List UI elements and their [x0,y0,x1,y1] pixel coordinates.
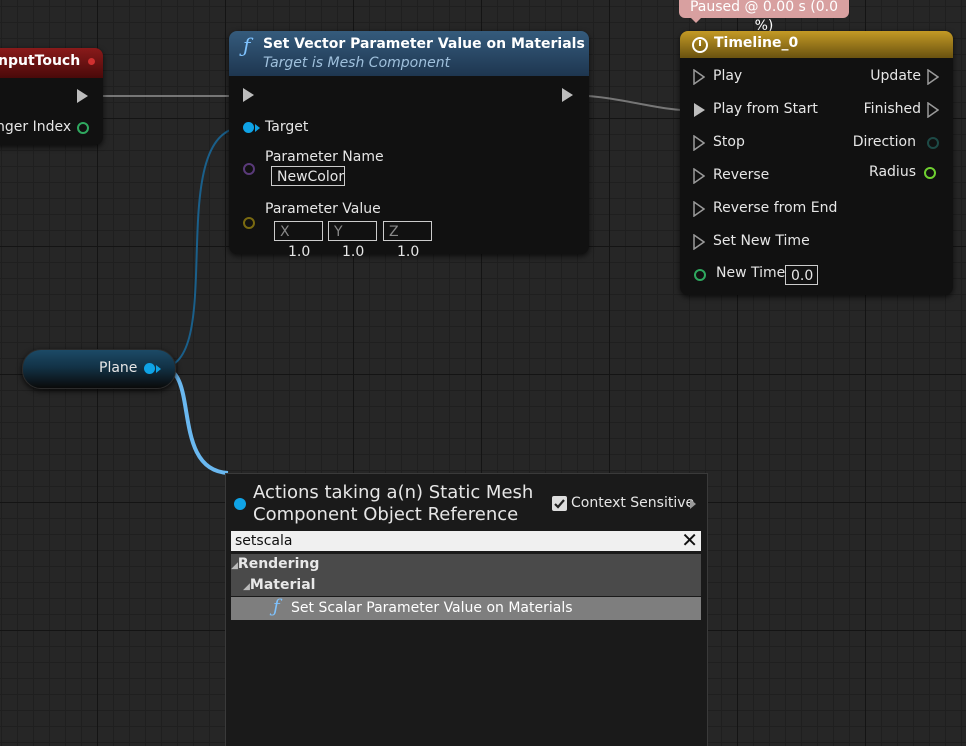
input-touch-exec-out-pin[interactable] [77,89,88,103]
search-input[interactable] [231,531,671,551]
plane-output-arrow [156,365,161,373]
x-value: 1.0 [288,244,311,260]
vector-exec-out-pin[interactable] [562,88,573,102]
parameter-value-label: Parameter Value [265,201,381,217]
play-label: Play [713,68,743,84]
checkmark-icon [554,499,565,509]
finished-label: Finished [863,101,921,117]
category-rendering-label: Rendering [237,556,320,572]
function-icon: ƒ [273,596,280,617]
debug-status-banner: Paused @ 0.00 s (0.0 %) [679,0,849,34]
radius-pin[interactable] [924,167,936,179]
category-material[interactable]: ◢Material [231,575,701,596]
set-vector-param-node-header[interactable]: ƒ Set Vector Parameter Value on Material… [229,31,589,76]
z-axis-label: Z [389,224,399,240]
parameter-value-y-input[interactable]: Y 1.0 [328,221,377,260]
set-vector-param-node[interactable]: ƒ Set Vector Parameter Value on Material… [229,31,589,260]
new-time-label: New Time [716,265,786,281]
set-new-time-label: Set New Time [713,233,810,249]
parameter-name-input[interactable]: NewColor [271,166,345,186]
timeline-node-header[interactable]: Timeline_0 [680,31,953,58]
y-axis-label: Y [334,224,343,240]
parameter-name-label: Parameter Name [265,149,384,165]
object-wire-plane-to-menu [161,366,229,475]
x-axis-label: X [280,224,290,240]
category-rendering[interactable]: ◢Rendering [231,554,701,575]
y-value: 1.0 [342,244,365,260]
target-label: Target [265,119,309,135]
timeline-node-title: Timeline_0 [714,35,799,51]
input-touch-node-title: nputTouch [0,53,81,69]
vector-exec-in-pin[interactable] [243,88,254,102]
search-box[interactable]: ✕ [231,529,701,551]
target-pin-arrow [255,124,260,132]
direction-pin[interactable] [927,137,939,149]
action-item-set-scalar-parameter[interactable]: ƒ Set Scalar Parameter Value on Material… [231,596,701,620]
z-value: 1.0 [397,244,420,260]
context-sensitive-checkbox[interactable] [552,496,567,511]
finger-index-pin[interactable] [77,122,89,134]
play-exec-pin[interactable] [693,69,705,85]
reverse-from-end-label: Reverse from End [713,200,838,216]
stop-exec-pin[interactable] [693,135,705,151]
reverse-from-end-exec-pin[interactable] [693,201,705,217]
plane-variable-node[interactable]: Plane [22,349,176,389]
timeline-node[interactable]: Timeline_0 Play Play from Start Stop Rev… [680,31,953,295]
parameter-value-x-input[interactable]: X 1.0 [274,221,323,260]
input-touch-node-header[interactable]: nputTouch [0,48,103,78]
input-touch-node[interactable]: nputTouch nger Index [0,48,103,145]
parameter-name-pin[interactable] [243,163,255,175]
clear-search-icon[interactable]: ✕ [681,529,698,551]
context-sensitive-label[interactable]: Context Sensitive [571,495,694,511]
menu-title-line-2: Component Object Reference [253,504,519,525]
parameter-value-z-input[interactable]: Z 1.0 [383,221,432,260]
stop-label: Stop [713,134,745,150]
set-vector-param-node-subtitle: Target is Mesh Component [263,55,451,71]
set-new-time-exec-pin[interactable] [693,234,705,250]
new-time-pin[interactable] [694,269,706,281]
radius-label: Radius [869,164,916,180]
play-from-start-exec-pin[interactable] [694,103,705,117]
finished-exec-pin[interactable] [927,102,939,118]
action-context-menu[interactable]: Actions taking a(n) Static Mesh Componen… [225,473,708,746]
reverse-exec-pin[interactable] [693,168,705,184]
set-vector-param-node-title: Set Vector Parameter Value on Materials [263,36,585,52]
direction-label: Direction [852,134,916,150]
update-exec-pin[interactable] [927,69,939,85]
menu-title-line-1: Actions taking a(n) Static Mesh [253,482,534,503]
context-sensitive-expand-icon[interactable] [690,499,696,509]
collapse-arrow-icon: ◢ [243,582,250,592]
parameter-value-pin[interactable] [243,217,255,229]
collapse-arrow-icon: ◢ [231,561,238,571]
plane-variable-label: Plane [99,360,138,376]
plane-output-pin[interactable] [144,363,155,374]
target-pin[interactable] [243,122,254,133]
new-time-input[interactable]: 0.0 [785,265,818,285]
event-indicator-icon [88,58,95,65]
play-from-start-label: Play from Start [713,101,818,117]
category-material-label: Material [249,577,316,593]
object-type-indicator [234,498,246,510]
finger-index-label: nger Index [0,119,72,135]
update-label: Update [870,68,921,84]
reverse-label: Reverse [713,167,770,183]
action-item-label: Set Scalar Parameter Value on Materials [291,600,573,616]
clock-hand [699,40,701,46]
function-icon: ƒ [243,33,251,57]
banner-pointer [690,17,702,23]
